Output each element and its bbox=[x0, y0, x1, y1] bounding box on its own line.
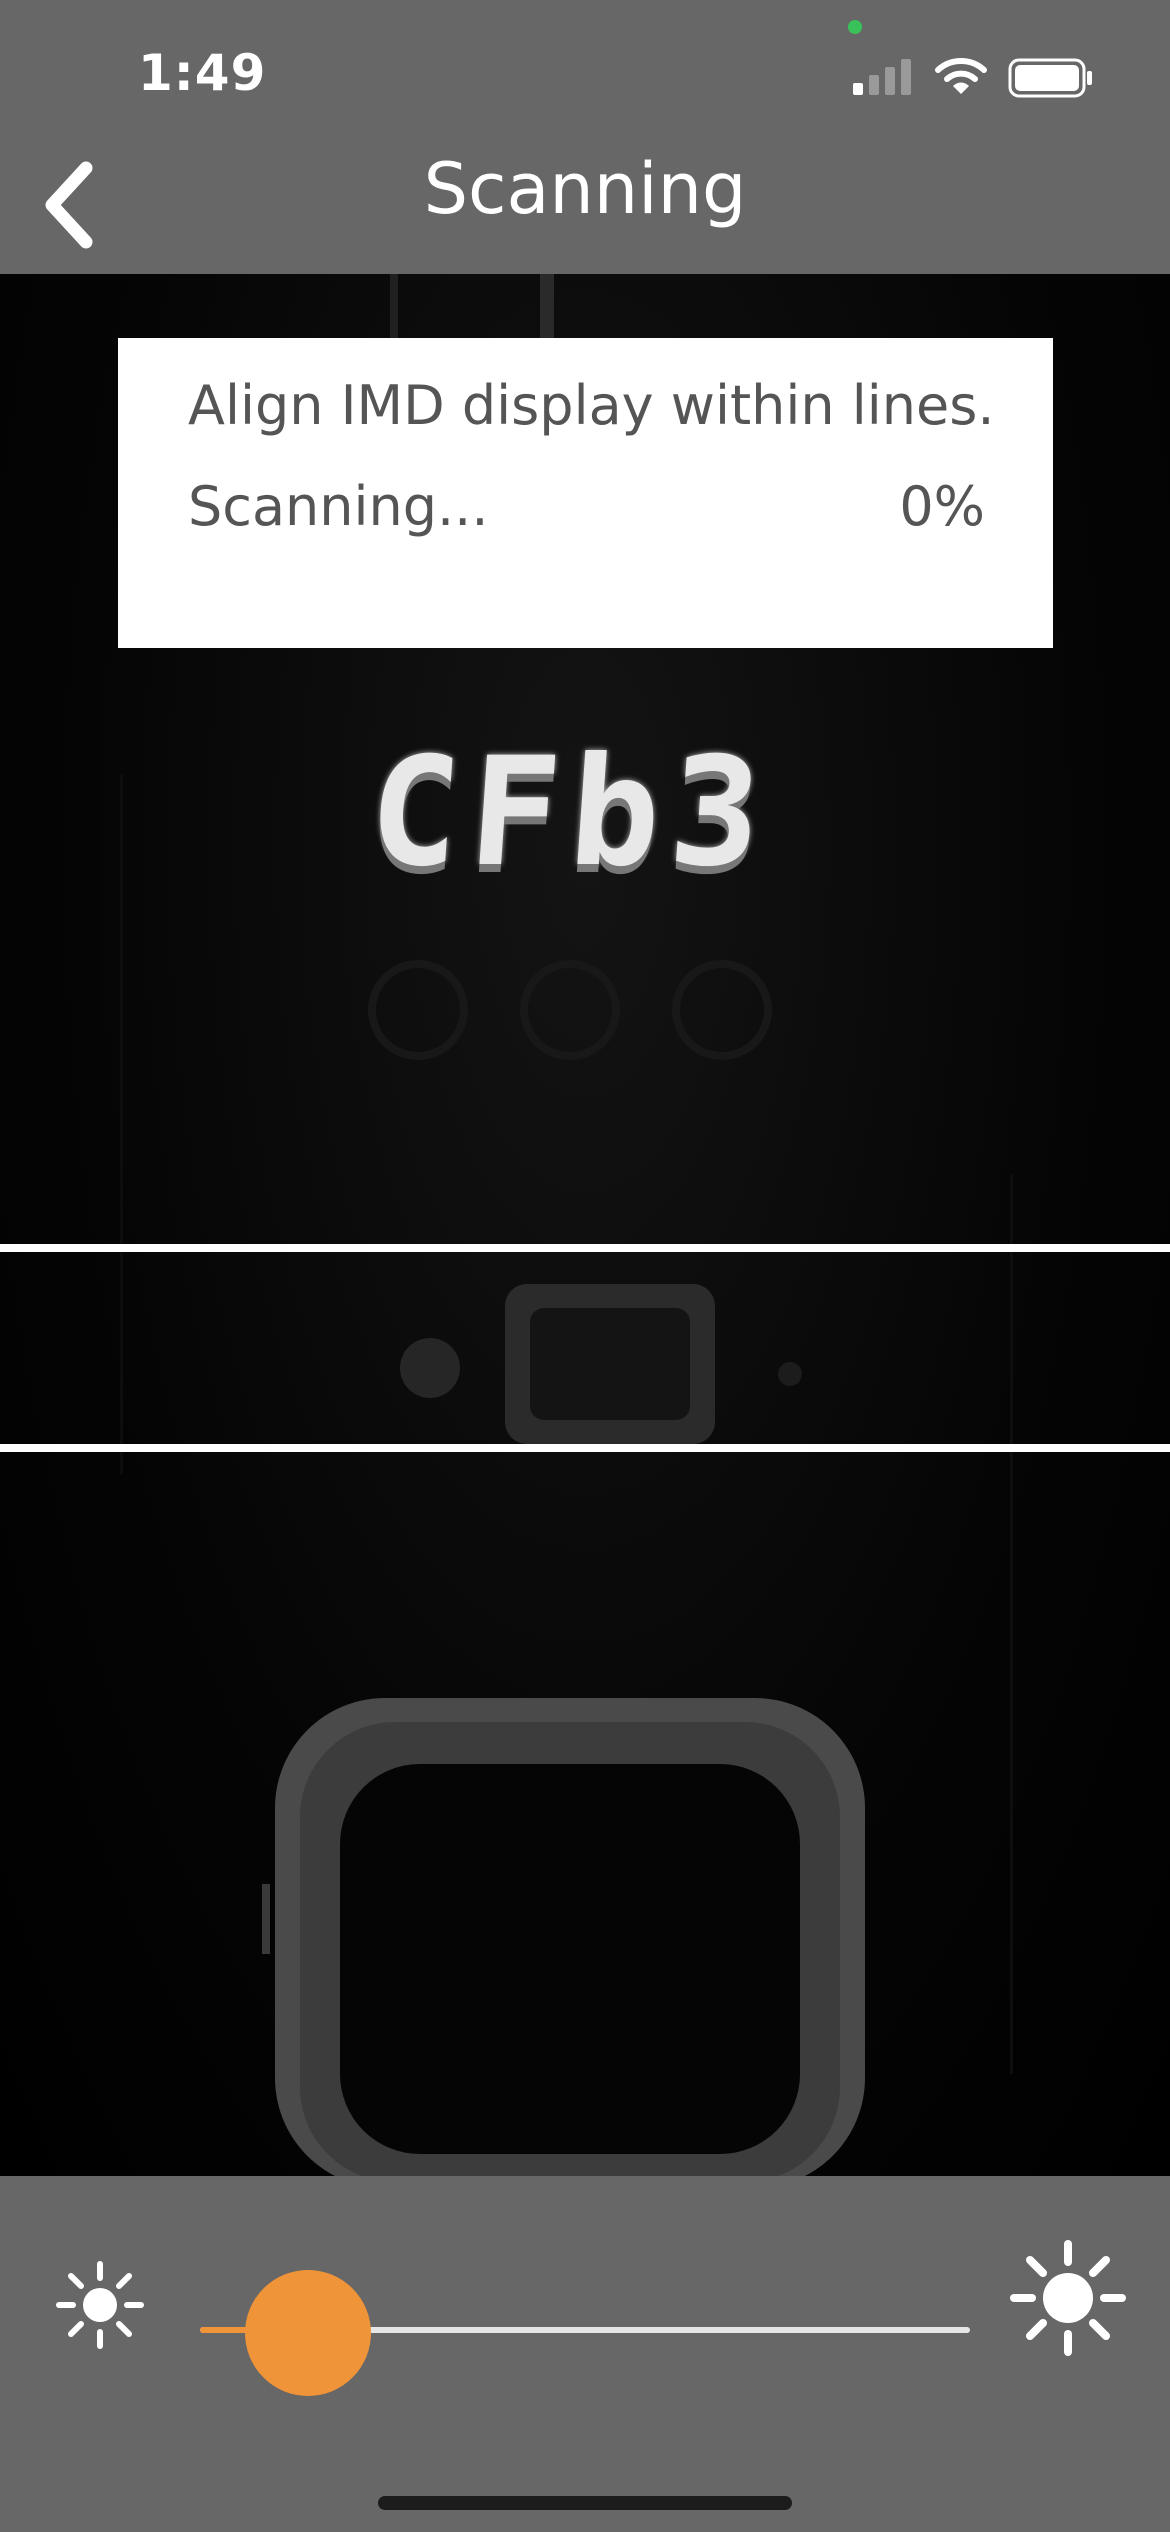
scan-status-label: Scanning... bbox=[188, 475, 489, 538]
wifi-icon bbox=[935, 58, 987, 94]
slider-thumb[interactable] bbox=[245, 2270, 371, 2396]
alignment-line-top bbox=[0, 1244, 1170, 1252]
cellular-signal-icon bbox=[853, 59, 911, 95]
camera-viewfinder: CFb3 Align IMD display within lines. Sca… bbox=[0, 274, 1170, 2176]
imd-display-reading: CFb3 bbox=[363, 726, 777, 900]
scanner-screen: 1:49 Scanning CFb3 Align IMD display wit… bbox=[0, 0, 1170, 2532]
status-time: 1:49 bbox=[138, 44, 267, 102]
page-title: Scanning bbox=[423, 148, 747, 230]
scan-progress-row: Scanning... 0% bbox=[188, 475, 1053, 541]
home-indicator[interactable] bbox=[378, 2496, 792, 2510]
brightness-slider[interactable] bbox=[200, 2270, 970, 2396]
privacy-indicator-dot bbox=[848, 20, 862, 34]
top-bar: 1:49 Scanning bbox=[0, 0, 1170, 274]
scan-instruction-card: Align IMD display within lines. Scanning… bbox=[118, 338, 1053, 648]
alignment-line-bottom bbox=[0, 1444, 1170, 1452]
brightness-bar bbox=[0, 2176, 1170, 2532]
scan-progress-value: 0% bbox=[899, 475, 985, 538]
sun-small-icon bbox=[56, 2261, 144, 2349]
instruction-text: Align IMD display within lines. bbox=[188, 374, 995, 437]
sun-large-icon bbox=[1010, 2240, 1126, 2356]
battery-icon bbox=[1008, 58, 1092, 98]
